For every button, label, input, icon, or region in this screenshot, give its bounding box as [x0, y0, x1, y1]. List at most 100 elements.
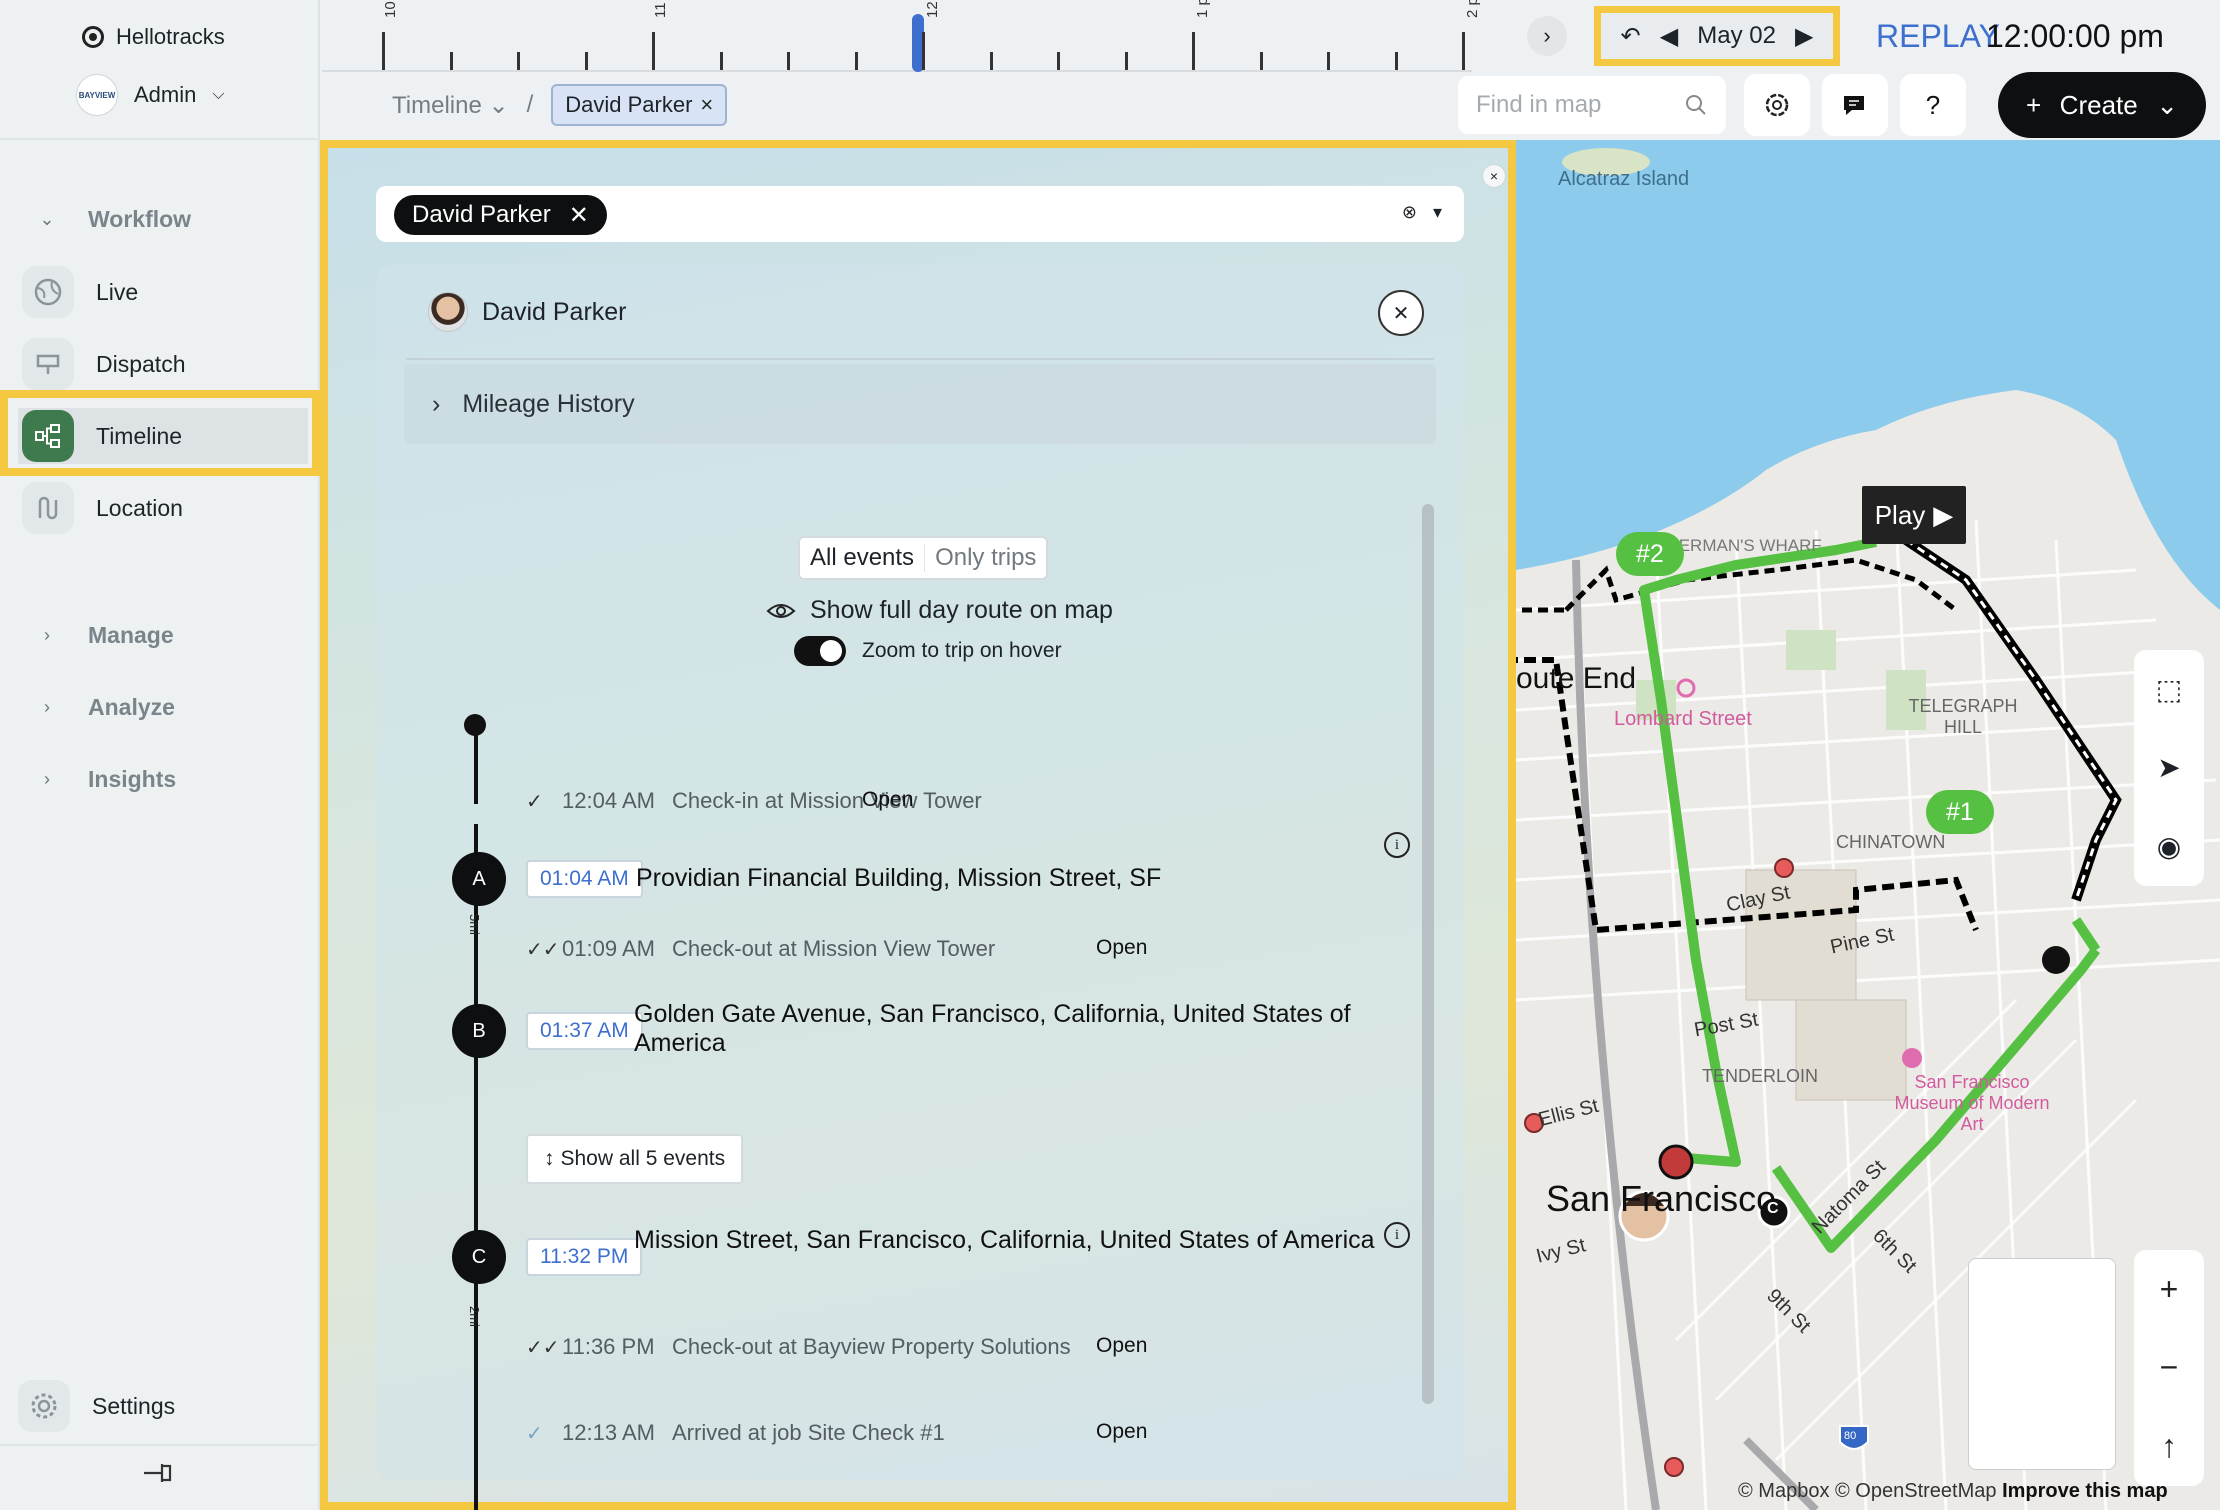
zoom-in-icon[interactable]: + — [2160, 1271, 2179, 1308]
mileage-history-toggle[interactable]: › Mileage History — [404, 364, 1436, 444]
trip-badge-1[interactable]: #1 — [1926, 790, 1994, 834]
ruler-label: 11 am — [652, 0, 669, 18]
ruler-tick — [1394, 52, 1398, 70]
close-icon[interactable]: × — [700, 92, 713, 118]
improve-map-link[interactable]: Improve this map — [2002, 1480, 2168, 1502]
play-icon: ▶ — [1933, 499, 1954, 530]
next-day-icon[interactable]: ▶ — [1795, 22, 1813, 51]
ruler-tick — [854, 52, 858, 70]
breadcrumb-root[interactable]: Timeline ⌄ — [392, 91, 509, 120]
ai-button[interactable] — [1744, 74, 1810, 136]
attribution-osm[interactable]: © OpenStreetMap — [1835, 1480, 1996, 1502]
event-filter-segmented[interactable]: All events Only trips — [798, 536, 1049, 580]
stop-marker-b[interactable]: B — [452, 1004, 506, 1058]
eye-icon[interactable]: ◉ — [2157, 830, 2181, 863]
event-status[interactable]: Open — [1096, 936, 1147, 960]
attribution-mapbox[interactable]: © Mapbox — [1738, 1480, 1829, 1502]
section-workflow[interactable]: ⌄ Workflow — [36, 206, 191, 233]
sidebar-item-label: Dispatch — [96, 350, 186, 377]
search-icon — [1686, 95, 1706, 115]
section-label: Manage — [88, 622, 174, 648]
play-button[interactable]: Play ▶ — [1862, 486, 1966, 544]
map-label: San Francisco Museum of Modern Art — [1894, 1072, 2050, 1134]
map-label: San Francisco — [1546, 1178, 1777, 1219]
chevron-down-icon: ⌵ — [212, 86, 225, 103]
info-icon[interactable]: i — [1384, 1222, 1410, 1248]
sidebar-item-dispatch[interactable]: Dispatch — [18, 336, 308, 392]
zoom-hover-toggle[interactable] — [794, 636, 846, 666]
caret-down-icon[interactable]: ▾ — [1433, 202, 1442, 223]
chevron-down-icon: ⌄ — [488, 91, 509, 119]
trip-badge-2[interactable]: #2 — [1616, 532, 1684, 576]
select-area-icon[interactable]: ⬚ — [2156, 673, 2182, 706]
replay-label: REPLAY — [1876, 18, 2000, 54]
show-route-toggle[interactable]: Show full day route on map — [766, 596, 1113, 625]
map-label: Lombard Street — [1614, 708, 1752, 730]
search-input[interactable]: Find in map — [1458, 76, 1726, 134]
event-status[interactable]: Open — [862, 788, 913, 812]
globe-icon — [22, 266, 74, 318]
person-filter[interactable]: David Parker ✕ ⊗ ▾ — [376, 186, 1464, 242]
event-text: Arrived at job Site Check #1 — [672, 1420, 945, 1445]
timeline-event[interactable]: ✓✓ 01:09 AM Check-out at Mission View To… — [526, 936, 995, 962]
account-switcher[interactable]: BAYVIEW Admin ⌵ — [76, 74, 225, 116]
stop-address[interactable]: Mission Street, San Francisco, Californi… — [634, 1226, 1394, 1255]
brand[interactable]: Hellotracks — [82, 24, 225, 50]
show-all-events-button[interactable]: ↕ Show all 5 events — [526, 1134, 744, 1184]
event-status[interactable]: Open — [1096, 1334, 1147, 1358]
divider — [0, 1444, 318, 1446]
hellotracks-logo-icon — [82, 26, 104, 48]
clear-icon[interactable]: ⊗ — [1402, 202, 1417, 223]
stop-marker-c-map[interactable]: C — [1767, 1200, 1779, 1218]
info-icon[interactable]: i — [1384, 832, 1410, 858]
date-picker[interactable]: ↶ ◀ May 02 ▶ — [1594, 6, 1840, 66]
help-label: ? — [1925, 89, 1941, 120]
vertical-scrollbar[interactable] — [1422, 504, 1434, 1404]
stop-address[interactable]: Providian Financial Building, Mission St… — [636, 864, 1396, 893]
distance-label: 5mi — [467, 914, 482, 935]
person-chip[interactable]: David Parker ✕ — [394, 195, 607, 235]
show-route-label: Show full day route on map — [810, 596, 1113, 624]
close-icon[interactable]: × — [1482, 164, 1506, 188]
timeline-event[interactable]: ✓ 12:04 AM Check-in at Mission View Towe… — [526, 788, 982, 814]
event-time: 12:13 AM — [562, 1420, 655, 1445]
tab-all-events[interactable]: All events — [800, 544, 924, 572]
sidebar-item-settings[interactable]: Settings — [18, 1380, 175, 1432]
section-manage[interactable]: › Manage — [36, 622, 174, 649]
stop-marker-c[interactable]: C — [452, 1230, 506, 1284]
zoom-out-icon[interactable]: − — [2160, 1349, 2179, 1386]
north-arrow-icon[interactable]: ↑ — [2161, 1428, 2177, 1465]
chevron-right-icon[interactable]: › — [1527, 16, 1567, 56]
sidebar-item-location[interactable]: Location — [18, 480, 308, 536]
time-ruler[interactable]: 10 am 11 am 12 pm 1 pm 2 pm — [322, 0, 1481, 72]
breadcrumb-tag[interactable]: David Parker × — [551, 84, 728, 126]
stop-time[interactable]: 01:04 AM — [526, 860, 643, 898]
close-icon[interactable]: ✕ — [569, 201, 589, 230]
sidebar-item-live[interactable]: Live — [18, 264, 308, 320]
timeline-icon — [22, 410, 74, 462]
chat-button[interactable] — [1822, 74, 1888, 136]
create-button[interactable]: + Create ⌄ — [1998, 72, 2206, 138]
prev-day-icon[interactable]: ◀ — [1660, 22, 1678, 51]
add-point-icon[interactable]: ➤ — [2157, 751, 2180, 784]
section-insights[interactable]: › Insights — [36, 766, 176, 793]
pin-sidebar-icon[interactable] — [140, 1458, 174, 1488]
help-button[interactable]: ? — [1900, 74, 1966, 136]
event-status[interactable]: Open — [1096, 1420, 1147, 1444]
stop-time[interactable]: 01:37 AM — [526, 1012, 643, 1050]
sidebar-item-label: Timeline — [96, 422, 183, 449]
timeline-event[interactable]: ✓ 12:13 AM Arrived at job Site Check #1 — [526, 1420, 945, 1446]
chevron-right-icon: › — [44, 697, 50, 717]
tab-only-trips[interactable]: Only trips — [924, 544, 1046, 572]
reset-icon[interactable]: ↶ — [1621, 22, 1641, 51]
map-style-thumbnail[interactable] — [1968, 1258, 2116, 1470]
sidebar-item-timeline[interactable]: Timeline — [18, 408, 308, 464]
stop-time[interactable]: 11:32 PM — [526, 1238, 643, 1276]
close-card-button[interactable]: ✕ — [1378, 290, 1424, 336]
stop-marker-a[interactable]: A — [452, 852, 506, 906]
map-view[interactable]: Alcatraz Island FISHERMAN'S WHARF oute E… — [1516, 140, 2220, 1510]
timeline-event[interactable]: ✓✓ 11:36 PM Check-out at Bayview Propert… — [526, 1334, 1071, 1360]
section-analyze[interactable]: › Analyze — [36, 694, 175, 721]
stop-address[interactable]: Golden Gate Avenue, San Francisco, Calif… — [634, 1000, 1394, 1058]
divider — [0, 138, 318, 140]
